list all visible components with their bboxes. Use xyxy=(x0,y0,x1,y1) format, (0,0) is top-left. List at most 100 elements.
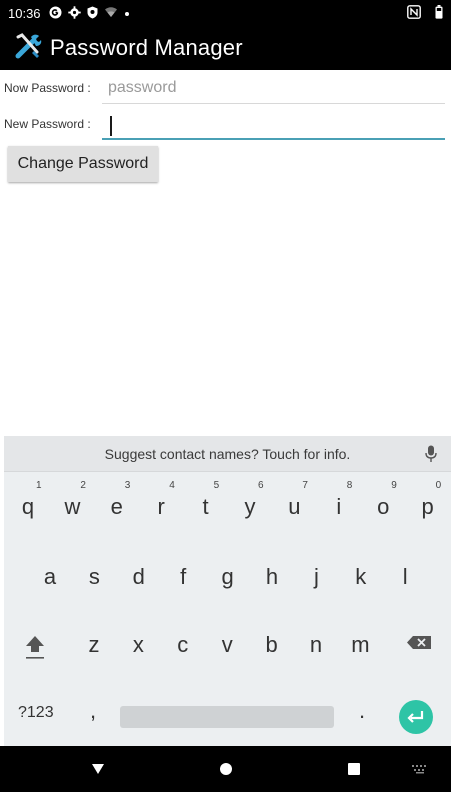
key-label: q xyxy=(21,494,35,519)
key-label: x xyxy=(132,632,144,657)
now-password-underline xyxy=(102,103,445,104)
key-label: b xyxy=(265,632,278,657)
key-y[interactable]: y6 xyxy=(228,474,272,536)
back-icon[interactable] xyxy=(78,746,118,792)
key-q[interactable]: q1 xyxy=(6,474,50,536)
key-label: h xyxy=(265,564,279,589)
now-password-row: Now Password : xyxy=(0,72,451,104)
key-v[interactable]: v xyxy=(205,612,249,674)
key-label: o xyxy=(377,494,390,519)
recents-icon[interactable] xyxy=(334,746,374,792)
key-a[interactable]: a xyxy=(28,544,72,606)
key-label: p xyxy=(421,494,434,519)
key-label: z xyxy=(88,632,100,657)
tools-icon xyxy=(14,32,42,65)
symbols-key[interactable]: ?123 xyxy=(18,704,54,722)
dot-icon xyxy=(124,7,130,19)
key-label: r xyxy=(157,494,165,519)
key-number-hint: 6 xyxy=(258,480,264,491)
action-bar: Password Manager xyxy=(0,26,451,70)
new-password-input[interactable] xyxy=(102,108,445,140)
page-title: Password Manager xyxy=(50,35,243,60)
key-label: j xyxy=(313,564,319,589)
key-label: s xyxy=(88,564,100,589)
key-label: w xyxy=(64,494,81,519)
key-label: e xyxy=(110,494,123,519)
key-s[interactable]: s xyxy=(72,544,116,606)
navigation-bar xyxy=(0,746,451,792)
key-r[interactable]: r4 xyxy=(139,474,183,536)
now-password-input[interactable] xyxy=(102,72,445,104)
shift-key[interactable] xyxy=(8,612,62,674)
keyboard-row-4: ?123 , . xyxy=(4,680,451,742)
key-label: d xyxy=(132,564,145,589)
home-icon[interactable] xyxy=(206,746,246,792)
key-label: k xyxy=(355,564,367,589)
key-x[interactable]: x xyxy=(116,612,160,674)
key-f[interactable]: f xyxy=(161,544,205,606)
wifi-icon xyxy=(104,6,118,20)
comma-key[interactable]: , xyxy=(90,698,96,724)
key-label: m xyxy=(351,632,370,657)
microphone-icon[interactable] xyxy=(425,445,437,463)
key-number-hint: 3 xyxy=(124,480,131,491)
new-password-underline xyxy=(102,138,445,140)
key-label: y xyxy=(244,494,256,519)
space-bar[interactable] xyxy=(120,706,334,728)
key-label: t xyxy=(202,494,209,519)
key-number-hint: 5 xyxy=(213,480,220,491)
key-p[interactable]: p0 xyxy=(406,474,450,536)
key-i[interactable]: i8 xyxy=(317,474,361,536)
period-key[interactable]: . xyxy=(359,698,365,724)
key-label: v xyxy=(221,632,233,657)
status-time: 10:36 xyxy=(8,5,41,21)
key-m[interactable]: m xyxy=(338,612,382,674)
key-w[interactable]: w2 xyxy=(50,474,94,536)
suggestion-text: Suggest contact names? Touch for info. xyxy=(104,445,351,462)
key-z[interactable]: z xyxy=(72,612,116,674)
key-h[interactable]: h xyxy=(250,544,294,606)
key-label: g xyxy=(221,564,234,589)
key-g[interactable]: g xyxy=(206,544,250,606)
nfc-icon xyxy=(407,4,421,22)
backspace-key[interactable] xyxy=(393,612,447,674)
key-label: a xyxy=(43,564,57,589)
key-number-hint: 8 xyxy=(346,480,353,491)
key-b[interactable]: b xyxy=(250,612,294,674)
key-number-hint: 9 xyxy=(391,480,397,491)
key-k[interactable]: k xyxy=(339,544,383,606)
key-l[interactable]: l xyxy=(383,544,427,606)
keyboard-row-2: asdfghjkl xyxy=(4,544,451,606)
text-cursor xyxy=(110,116,112,136)
keyboard-row-1: q1w2e3r4t5y6u7i8o9p0 xyxy=(4,474,451,536)
key-u[interactable]: u7 xyxy=(272,474,316,536)
status-right xyxy=(407,4,443,22)
new-password-row: New Password : xyxy=(0,108,451,140)
key-t[interactable]: t5 xyxy=(184,474,228,536)
enter-key[interactable] xyxy=(399,700,433,734)
status-bar: 10:36 xyxy=(0,0,451,26)
settings-gear-icon xyxy=(67,5,81,21)
keyboard-switch-icon[interactable] xyxy=(402,746,438,792)
key-label: l xyxy=(402,564,408,589)
key-o[interactable]: o9 xyxy=(361,474,405,536)
key-number-hint: 7 xyxy=(302,480,308,491)
suggestion-strip[interactable]: Suggest contact names? Touch for info. xyxy=(4,436,451,472)
battery-icon xyxy=(435,4,443,22)
key-number-hint: 4 xyxy=(169,480,175,491)
keyboard-row-3: zxcvbnm xyxy=(4,612,451,674)
key-n[interactable]: n xyxy=(294,612,338,674)
key-j[interactable]: j xyxy=(294,544,338,606)
key-label: i xyxy=(336,494,342,519)
shield-icon xyxy=(87,6,98,21)
now-password-label: Now Password : xyxy=(4,81,91,95)
change-password-button[interactable]: Change Password xyxy=(8,146,158,182)
key-number-hint: 1 xyxy=(36,480,42,491)
key-c[interactable]: c xyxy=(161,612,205,674)
soft-keyboard: Suggest contact names? Touch for info. q… xyxy=(4,436,451,746)
key-label: c xyxy=(177,632,189,657)
key-label: n xyxy=(309,632,323,657)
key-e[interactable]: e3 xyxy=(95,474,139,536)
key-label: f xyxy=(180,564,187,589)
key-d[interactable]: d xyxy=(117,544,161,606)
